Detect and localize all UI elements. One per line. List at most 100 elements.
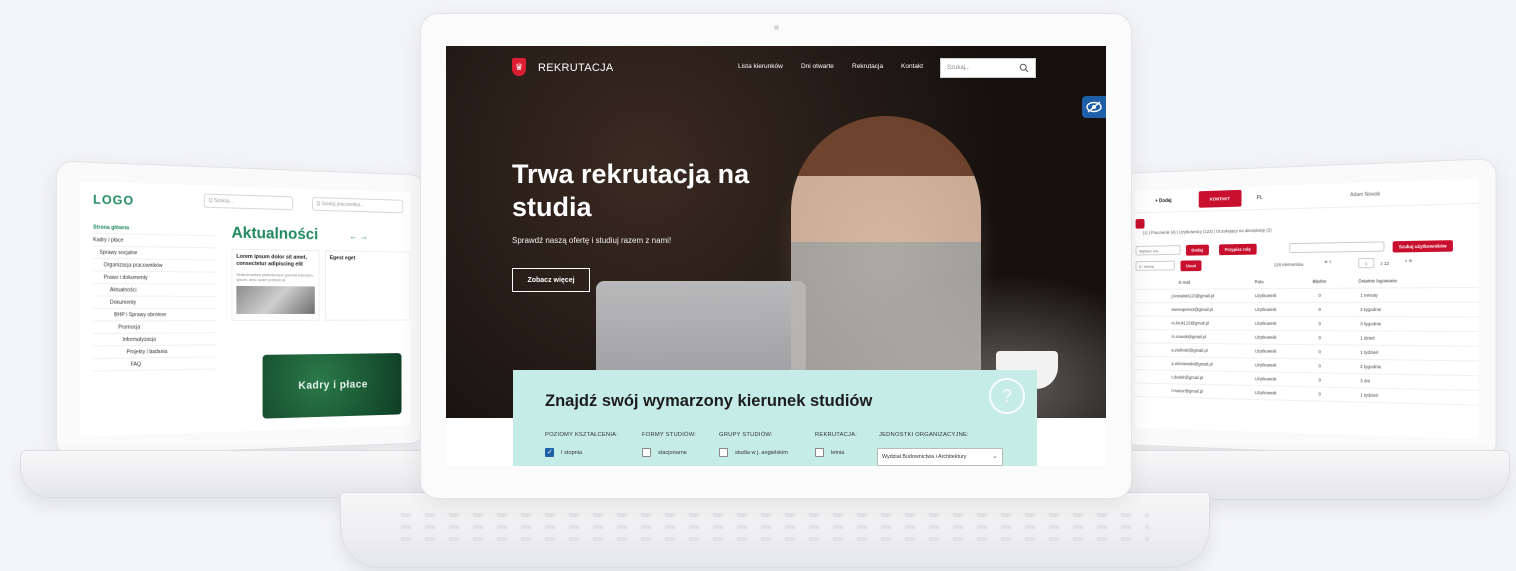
level-checkbox[interactable] [545,448,554,457]
user-tabs[interactable]: (1) | Pracownik (4) | Użytkownicy (123) … [1143,228,1272,236]
employee-search-input[interactable]: Q Szukaj pracownika... [311,196,404,214]
cell-email: ewenajems3@gmail.pl [1171,307,1213,312]
recruitment-checkbox[interactable] [815,448,824,457]
keyboard-row [401,537,1149,541]
cell-errors: 0 [1318,335,1321,341]
accessibility-eye-icon[interactable] [1082,96,1106,118]
column-header[interactable]: Błędne [1313,279,1327,284]
camera-icon [774,25,779,30]
search-users-button[interactable]: Szukaj użytkowników [1392,240,1453,253]
sidebar-item[interactable]: BHP i Sprawy obronne [93,309,216,322]
question-icon: ? [989,378,1025,414]
finder-title: Znajdź swój wymarzony kierunek studiów [545,392,873,410]
cell-role: Użytkownik [1254,348,1277,354]
cell-role: Użytkownik [1254,320,1277,326]
cell-role: Użytkownik [1254,376,1277,382]
search-placeholder: Szukaj... [947,65,971,71]
cell-role: Użytkownik [1254,307,1277,312]
sidebar-item[interactable]: Dokumenty [93,296,216,309]
left-laptop-base [20,450,440,498]
sidebar-item[interactable]: FAQ [93,357,216,372]
users-table: E-mail Rola Błędne Ostatnie logowanie j.… [1135,273,1479,406]
cell-last-login: 1 dzień [1360,335,1375,341]
level-label: I stopnia [561,450,583,456]
cell-last-login: 1 tydzień [1360,349,1379,356]
center-laptop-base [340,492,1210,568]
cell-role: Użytkownik [1254,334,1277,340]
sidebar-item[interactable]: Promocja [93,321,216,335]
cell-errors: 0 [1318,306,1321,313]
per-page-select[interactable]: 5 / stronę [1135,260,1176,271]
pagination-prev-icon[interactable]: « ‹ [1324,260,1331,266]
column-header[interactable]: E-mail [1179,280,1191,285]
form-checkbox[interactable] [642,448,651,457]
cell-last-login: 3 dni [1360,378,1371,384]
user-search-input[interactable] [1289,241,1385,254]
page-input[interactable]: 1 [1358,257,1375,269]
cell-last-login: 1 minutę [1360,292,1378,298]
menu-item-rekrutacja[interactable]: Rekrutacja [852,63,883,70]
sidebar-item[interactable]: Aktualności [93,283,216,297]
news-heading: Aktualności [231,224,319,244]
hero-image [446,46,1106,421]
table-row[interactable]: ewenajems3@gmail.pl Użytkownik 0 2 tygodnie [1135,302,1479,318]
cell-email: a.zielinski@gmail.pl [1171,347,1208,353]
menu-item-lista-kierunkow[interactable]: Lista kierunków [738,63,783,70]
cell-role: Użytkownik [1254,293,1277,299]
center-laptop: ♛ REKRUTACJA Lista kierunków Dni otwarte… [420,13,1132,499]
table-row[interactable]: j.kowalski123@gmail.pl Użytkownik 0 1 minut… [1135,287,1479,304]
delete-button[interactable]: Usuń [1180,260,1202,272]
course-finder: Znajdź swój wymarzony kierunek studiów ?… [513,370,1037,466]
sidebar-item[interactable]: Organizacja pracowników [93,258,216,273]
filter-heading: JEDNOSTKI ORGANIZACYJNE: [879,432,969,438]
search-icon[interactable] [1019,63,1029,73]
group-checkbox[interactable] [719,448,728,457]
see-more-button[interactable]: Zobacz więcej [512,268,590,292]
cell-last-login: 2 tygodnie [1360,306,1382,313]
column-header[interactable]: Rola [1255,279,1264,284]
pagination-next-icon[interactable]: › » [1405,258,1412,264]
cell-role: Użytkownik [1254,362,1277,368]
search-input[interactable]: Szukaj... [940,58,1036,78]
news-card[interactable]: Egest eget [325,250,411,321]
news-card-text: Nulla tincidunt pellentesque gravida int… [236,271,314,283]
assign-role-button[interactable]: Przypisz rolę [1219,243,1257,256]
menu-item-dni-otwarte[interactable]: Dni otwarte [801,63,834,70]
keyboard-row [401,513,1149,517]
kadry-banner[interactable]: Kadry i płace [262,353,402,419]
left-laptop: LOGO Q Szukaj... Q Szukaj pracownika... … [55,160,426,458]
cell-errors: 0 [1318,377,1321,383]
right-laptop-screen: + Dodaj KONTAKT PL Adam Nowak (1) | Prac… [1135,178,1479,440]
add-button[interactable]: + Dodaj [1155,198,1171,204]
cell-errors: 0 [1318,321,1321,327]
cell-last-login: 2 tygodnie [1360,363,1382,370]
site-brand[interactable]: REKRUTACJA [538,62,614,74]
cell-errors: 0 [1318,391,1321,397]
filter-heading: GRUPY STUDIÓW: [719,432,773,438]
user-name[interactable]: Adam Nowak [1350,191,1380,198]
sidebar-item[interactable]: Prawo i dokumenty [93,271,216,285]
group-label: studia w j. angielskim [735,450,788,456]
admin-topbar: + Dodaj KONTAKT PL Adam Nowak [1135,178,1479,214]
news-card-title: Lorem ipsum dolor sit amet, consectetur … [236,253,307,268]
column-header[interactable]: Ostatnie logowanie [1358,278,1397,283]
logo[interactable]: LOGO [93,192,134,208]
form-label: stacjonarne [658,450,687,456]
cell-email: m.nowak@gmail.pl [1171,334,1207,340]
news-card[interactable]: Lorem ipsum dolor sit amet, consectetur … [231,248,320,322]
menu-item-kontakt[interactable]: Kontakt [901,63,923,70]
eagle-emblem-icon[interactable]: ♛ [512,58,526,76]
search-input[interactable]: Q Szukaj... [203,193,294,211]
filter-select[interactable]: Wybierz ma... [1135,245,1181,256]
hero-subtitle: Sprawdź naszą ofertę i studiuj razem z n… [512,236,672,245]
site-header: ♛ REKRUTACJA Lista kierunków Dni otwarte… [446,46,1106,92]
add-user-button[interactable]: Dodaj [1185,244,1209,256]
red-marker [1135,218,1145,229]
tab-contact[interactable]: KONTAKT [1198,189,1242,208]
filter-heading: REKRUTACJA: [815,432,858,438]
language-switch[interactable]: PL [1257,195,1263,201]
unit-select[interactable]: Wydział Budownictwa i Architektury ⌄ [877,448,1003,466]
news-carousel-arrows[interactable]: ← → [349,231,368,241]
recruitment-label: letnia [831,450,845,456]
cell-last-login: 1 tydzień [1360,392,1379,398]
